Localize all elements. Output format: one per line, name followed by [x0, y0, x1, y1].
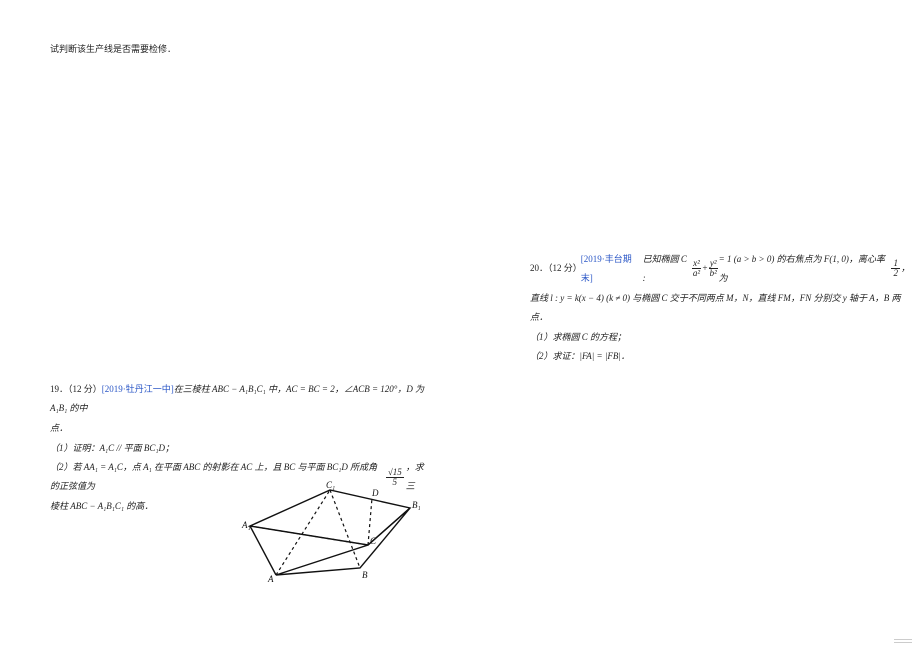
q20-source: [2019·丰台期末]	[581, 250, 643, 288]
label-D: D	[371, 488, 379, 498]
label-B: B	[362, 570, 368, 580]
q19-stem-line2: 点．	[50, 419, 430, 438]
q20-stem1a: 已知椭圆 C :	[643, 250, 692, 288]
label-A: A	[267, 574, 274, 584]
label-C1: C₁	[326, 480, 335, 490]
page-mark	[894, 639, 912, 643]
q20-stem-line2: 直线 l : y = k(x − 4) (k ≠ 0) 与椭圆 C 交于不同两点…	[530, 289, 910, 327]
q19-source: [2019·牡丹江一中]	[102, 384, 174, 394]
prism-figure: A₁ C₁ B₁ D A C B	[240, 480, 420, 585]
q19-stem-line1: 19．（12 分）[2019·牡丹江一中]在三棱柱 ABC − A₁B₁C₁ 中…	[50, 380, 430, 418]
prism-svg: A₁ C₁ B₁ D A C B	[240, 480, 420, 585]
q19-part1: （1）证明：A₁C // 平面 BC₁D；	[50, 439, 430, 458]
q19-number: 19．（12 分）	[50, 384, 102, 394]
spacer-right	[530, 40, 910, 250]
spacer	[50, 60, 430, 380]
q20-stem-line1: 20．（12 分）[2019·丰台期末] 已知椭圆 C : x² a² + y²…	[530, 250, 910, 288]
q20-f1b: a²	[693, 269, 700, 278]
q20-part2: （2）求证：|FA| = |FB|．	[530, 347, 910, 366]
intro-line: 试判断该生产线是否需要检修．	[50, 40, 430, 59]
q20-stem1c: ，	[901, 259, 910, 278]
q20-frac2: y² b²	[709, 259, 718, 278]
q20-frac1: x² a²	[692, 259, 701, 278]
label-A1: A₁	[241, 520, 251, 530]
q20-number: 20．（12 分）	[530, 259, 581, 278]
q20-f2b: b²	[710, 269, 717, 278]
q20-stem1b: = 1 (a > b > 0) 的右焦点为 F(1, 0)，离心率为	[719, 250, 891, 288]
q20-plus: +	[702, 259, 708, 278]
label-C: C	[370, 536, 377, 546]
q20-part1: （1）求椭圆 C 的方程；	[530, 328, 910, 347]
q20-f3b: 2	[893, 269, 898, 278]
label-B1: B₁	[412, 500, 420, 510]
q20-frac3: 1 2	[891, 259, 900, 278]
